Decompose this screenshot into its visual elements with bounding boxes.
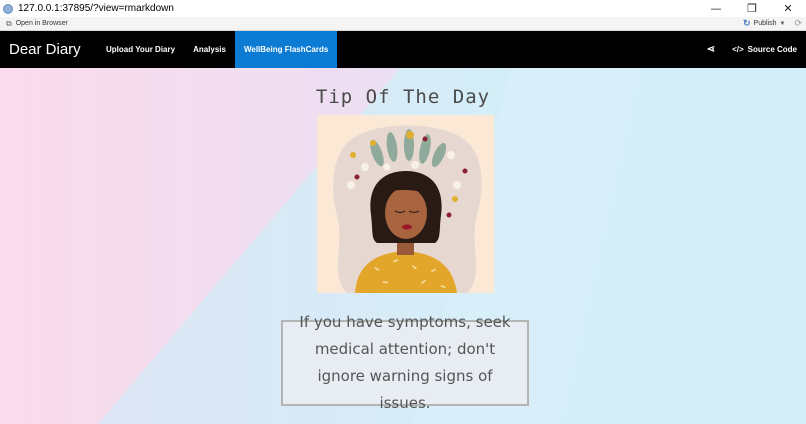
tip-card: If you have symptoms, seek medical atten…: [281, 313, 529, 412]
nav-wellbeing-flashcards[interactable]: WellBeing FlashCards: [234, 31, 338, 68]
main-content: Tip Of The Day If you have symptoms, see…: [0, 68, 806, 424]
tip-text: If you have symptoms, seek medical atten…: [299, 313, 511, 412]
share-icon[interactable]: ⋖: [707, 44, 715, 55]
viewer-toolbar: ⧉ Open in Browser ↻ Publish ▼ ⟳: [0, 17, 806, 31]
nav-analysis[interactable]: Analysis: [184, 31, 235, 68]
app-icon: [3, 3, 13, 14]
close-button[interactable]: ✕: [770, 0, 806, 17]
window-title-bar: 127.0.0.1:37895/?view=rmarkdown — ❐ ✕: [0, 0, 806, 17]
restore-button[interactable]: ❐: [734, 0, 770, 17]
open-in-browser-button[interactable]: ⧉ Open in Browser: [6, 19, 68, 29]
code-icon: </>: [732, 45, 744, 54]
chevron-down-icon[interactable]: ▼: [780, 21, 786, 27]
tip-of-the-day-heading: Tip Of The Day: [315, 86, 491, 108]
brand-title[interactable]: Dear Diary: [9, 41, 97, 58]
woman-flowers-illustration: [317, 115, 494, 293]
source-code-link[interactable]: Source Code: [748, 45, 797, 54]
nav-upload-diary[interactable]: Upload Your Diary: [97, 31, 184, 68]
browser-icon: ⧉: [6, 18, 12, 28]
publish-icon: ↻: [742, 18, 751, 28]
window-url: 127.0.0.1:37895/?view=rmarkdown: [18, 3, 174, 14]
refresh-icon[interactable]: ⟳: [794, 18, 802, 29]
minimize-button[interactable]: —: [698, 0, 734, 17]
top-navbar: Dear Diary Upload Your Diary Analysis We…: [0, 31, 806, 68]
publish-button[interactable]: Publish: [754, 20, 777, 27]
open-in-browser-label: Open in Browser: [15, 20, 68, 27]
